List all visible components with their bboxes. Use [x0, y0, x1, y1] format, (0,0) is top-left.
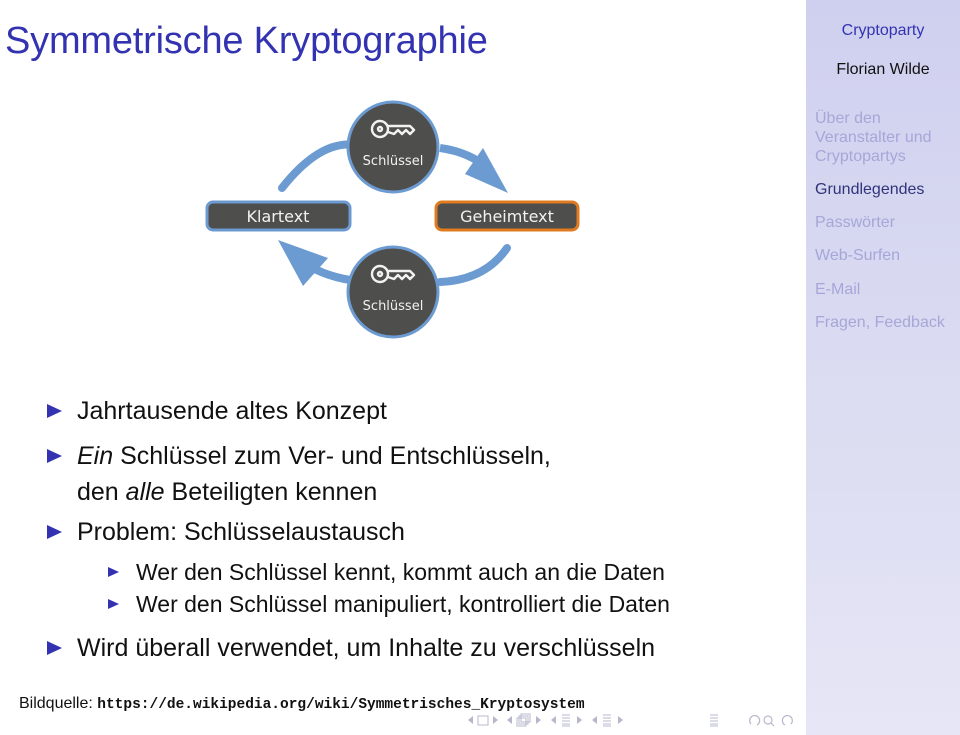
bullet-icon: [47, 525, 62, 539]
nav-forward-icon[interactable]: [781, 715, 793, 726]
sidebar-item-fragen-feedback[interactable]: Fragen, Feedback: [815, 313, 960, 332]
bullet-icon: [47, 404, 62, 418]
image-source: Bildquelle: https://de.wikipedia.org/wik…: [19, 695, 585, 713]
nav-subsection-icon[interactable]: [562, 714, 570, 727]
sub-bullet-item: Wer den Schlüssel manipuliert, kontrolli…: [136, 591, 670, 617]
nav-frame-icon[interactable]: [477, 715, 489, 726]
nav-slide-next-icon[interactable]: [536, 716, 541, 724]
sidebar-item-grundlegendes[interactable]: Grundlegendes: [815, 180, 960, 199]
arrow-decrypt-head: [278, 240, 328, 286]
arrow-encrypt: [278, 140, 359, 192]
nav-section-icon[interactable]: [603, 714, 611, 727]
sidebar-presentation-title[interactable]: Cryptoparty: [806, 22, 960, 40]
bullet-icon: [47, 641, 62, 655]
bullet-item-continuation: den alle Beteiligten kennen: [77, 478, 378, 506]
sidebar-item-web-surfen[interactable]: Web-Surfen: [815, 246, 960, 265]
bullet-item: Wird überall verwendet, um Inhalte zu ve…: [77, 634, 656, 662]
slide-title: Symmetrische Kryptographie: [5, 20, 488, 62]
sidebar-author: Florian Wilde: [836, 61, 930, 78]
symmetric-crypto-diagram: Klartext Geheimtext Schlüssel Schlüssel: [200, 90, 590, 340]
nav-slide-prev-icon[interactable]: [507, 716, 512, 724]
bottom-key-node: Schlüssel: [346, 245, 440, 339]
nav-frame-prev-icon[interactable]: [468, 716, 473, 724]
sub-bullet-icon: [108, 599, 119, 609]
ciphertext-label: Geheimtext: [460, 207, 554, 226]
top-key-label: Schlüssel: [363, 154, 424, 169]
sidebar-item-passwoerter[interactable]: Passwörter: [815, 213, 960, 232]
nav-back-icon[interactable]: [749, 715, 761, 726]
bullet-item: Ein Schlüssel zum Ver- und Entschlüsseln…: [77, 442, 551, 470]
sub-bullet-icon: [108, 567, 119, 577]
nav-section-prev-icon[interactable]: [592, 716, 597, 724]
nav-subsection-prev-icon[interactable]: [551, 716, 556, 724]
ciphertext-box: Geheimtext: [434, 200, 580, 232]
plaintext-box: Klartext: [205, 200, 352, 232]
bullet-item: Jahrtausende altes Konzept: [77, 397, 387, 425]
beamer-navigation: [466, 712, 796, 728]
sidebar-item-ueber-den-veranstalter[interactable]: Über den Veranstalter und Cryptopartys: [815, 109, 960, 166]
nav-toc-icon[interactable]: [710, 714, 718, 727]
nav-frame-next-icon[interactable]: [493, 716, 498, 724]
nav-section-next-icon[interactable]: [618, 716, 623, 724]
source-label: Bildquelle:: [19, 695, 93, 712]
nav-slide-icon[interactable]: [516, 713, 531, 727]
bottom-key-label: Schlüssel: [363, 299, 424, 314]
sub-bullet-item: Wer den Schlüssel kennt, kommt auch an d…: [136, 559, 665, 585]
sidebar: Cryptoparty Florian Wilde Über den Veran…: [806, 0, 960, 735]
top-key-node: Schlüssel: [346, 100, 440, 194]
bullet-item: Problem: Schlüsselaustausch: [77, 518, 405, 546]
bullet-icon: [47, 449, 62, 463]
arrow-decrypt: [436, 244, 511, 286]
sidebar-item-e-mail[interactable]: E-Mail: [815, 280, 960, 299]
nav-search-icon[interactable]: [763, 715, 775, 727]
nav-subsection-next-icon[interactable]: [577, 716, 582, 724]
plaintext-label: Klartext: [247, 207, 310, 226]
source-url[interactable]: https://de.wikipedia.org/wiki/Symmetrisc…: [97, 697, 584, 713]
